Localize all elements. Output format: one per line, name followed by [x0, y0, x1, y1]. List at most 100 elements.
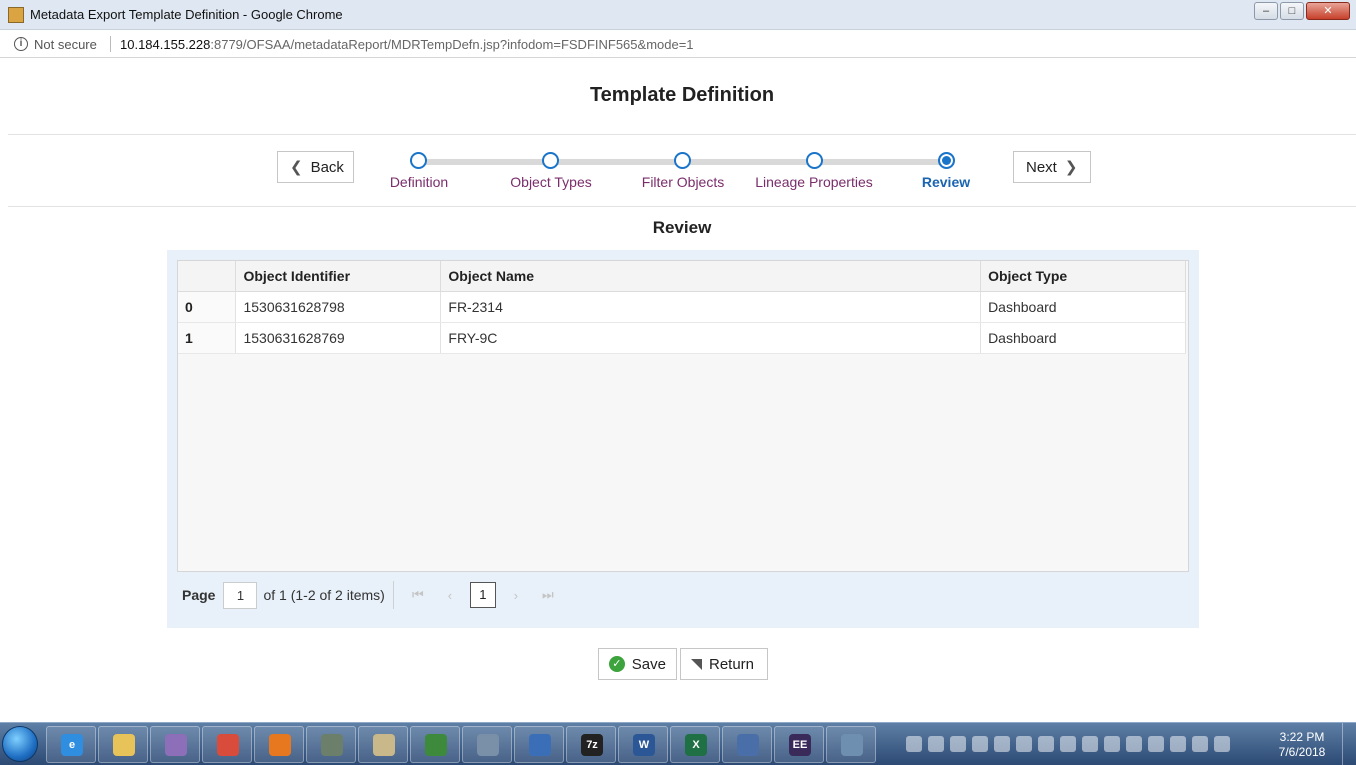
step-label-filter-objects[interactable]: Filter Objects [642, 174, 724, 190]
next-label: Next [1026, 158, 1057, 176]
tray-icon[interactable] [950, 736, 966, 752]
first-page-icon[interactable]: ⏮ [405, 587, 431, 603]
step-dot-filter-objects[interactable] [674, 152, 691, 169]
start-button[interactable] [2, 726, 38, 762]
review-grid: Object Identifier Object Name Object Typ… [177, 260, 1189, 572]
taskbar-button[interactable]: X [670, 726, 720, 763]
dropbox-icon [529, 734, 551, 756]
url-text[interactable]: 10.184.155.228:8779/OFSAA/metadataReport… [120, 37, 694, 52]
cell-object-type: Dashboard [980, 291, 1186, 323]
keepass-icon [321, 734, 343, 756]
internet-explorer-icon: e [61, 734, 83, 756]
tray-icon[interactable] [1170, 736, 1186, 752]
tray-icon[interactable] [928, 736, 944, 752]
pager-divider [392, 581, 394, 609]
info-icon[interactable]: i [14, 37, 28, 51]
maximize-button[interactable]: □ [1280, 2, 1304, 20]
divider [8, 206, 1356, 207]
column-header-object-name[interactable]: Object Name [440, 261, 982, 292]
pager-total: of 1 (1-2 of 2 items) [263, 587, 385, 603]
taskbar-button[interactable] [254, 726, 304, 763]
network-tray-icon[interactable] [1192, 736, 1208, 752]
previous-page-icon[interactable]: ‹ [437, 588, 463, 603]
taskbar-button[interactable] [722, 726, 772, 763]
mcafee-tray-icon[interactable] [1016, 736, 1032, 752]
security-label[interactable]: Not secure [34, 37, 97, 52]
address-separator [110, 36, 111, 52]
minimize-button[interactable]: – [1254, 2, 1278, 20]
taskbar-button[interactable] [514, 726, 564, 763]
7zip-icon: 7z [581, 734, 603, 756]
table-row[interactable]: 1 1530631628769 FRY-9C Dashboard [178, 322, 1186, 354]
address-bar[interactable]: i Not secure 10.184.155.228:8779/OFSAA/m… [0, 30, 1356, 58]
volume-icon[interactable] [1214, 736, 1230, 752]
page-number-input[interactable]: 1 [223, 581, 258, 609]
last-page-icon[interactable]: ⏭ [535, 587, 561, 603]
next-page-icon[interactable]: › [503, 588, 529, 603]
column-header-object-type[interactable]: Object Type [980, 261, 1186, 292]
page-title: Template Definition [589, 84, 775, 106]
back-button[interactable]: ❮ Back [277, 151, 354, 183]
taskbar-button[interactable] [826, 726, 876, 763]
row-index: 1 [178, 322, 237, 354]
system-tray [906, 727, 1276, 761]
cell-object-identifier: 1530631628798 [235, 291, 442, 323]
step-label-definition[interactable]: Definition [390, 174, 448, 190]
window-controls: – □ ✕ [1254, 2, 1350, 20]
return-icon [691, 658, 702, 670]
taskbar-button[interactable] [410, 726, 460, 763]
cell-object-type: Dashboard [980, 322, 1186, 354]
step-label-object-types[interactable]: Object Types [510, 174, 591, 190]
remote-desktop-icon [841, 734, 863, 756]
taskbar-button[interactable]: e [46, 726, 96, 763]
table-row[interactable]: 0 1530631628798 FR-2314 Dashboard [178, 291, 1186, 323]
sync-tray-icon[interactable] [1082, 736, 1098, 752]
tray-icon[interactable] [994, 736, 1010, 752]
taskbar-clock[interactable]: 3:22 PM 7/6/2018 [1274, 730, 1330, 760]
step-dot-lineage-properties[interactable] [806, 152, 823, 169]
page-button-1[interactable]: 1 [469, 582, 496, 608]
taskbar-button[interactable]: 7z [566, 726, 616, 763]
taskbar-button[interactable]: W [618, 726, 668, 763]
chrome-icon [217, 734, 239, 756]
tray-icon[interactable] [1060, 736, 1076, 752]
taskbar-button[interactable] [202, 726, 252, 763]
pager-label: Page [182, 587, 216, 603]
save-button[interactable]: ✓ Save [598, 648, 677, 680]
url-host: 10.184.155.228 [120, 37, 211, 52]
taskbar-button[interactable] [358, 726, 408, 763]
taskbar: e 7z W X EE 3:22 PM 7/6/2018 [0, 722, 1356, 765]
return-button[interactable]: Return [680, 648, 768, 680]
taskbar-apps: e 7z W X EE [46, 726, 876, 763]
cell-object-identifier: 1530631628769 [235, 322, 442, 354]
next-button[interactable]: Next ❯ [1013, 151, 1091, 183]
taskbar-button[interactable] [306, 726, 356, 763]
java-ee-ide-icon: EE [789, 734, 811, 756]
taskbar-button[interactable]: EE [774, 726, 824, 763]
bluetooth-icon[interactable] [1126, 736, 1142, 752]
flag-icon[interactable] [1148, 736, 1164, 752]
close-button[interactable]: ✕ [1306, 2, 1350, 20]
show-desktop-button[interactable] [1342, 723, 1356, 765]
firefox-icon [269, 734, 291, 756]
step-dot-review[interactable] [938, 152, 955, 169]
taskbar-button[interactable] [462, 726, 512, 763]
cell-object-name: FRY-9C [440, 322, 982, 354]
step-dot-definition[interactable] [410, 152, 427, 169]
clock-date: 7/6/2018 [1278, 745, 1326, 759]
tray-icon[interactable] [1038, 736, 1054, 752]
step-label-review[interactable]: Review [922, 174, 970, 190]
tray-icon[interactable] [906, 736, 922, 752]
column-header-index [178, 261, 237, 292]
outlook-tray-icon[interactable] [972, 736, 988, 752]
cell-object-name: FR-2314 [440, 291, 982, 323]
pidgin-icon [165, 734, 187, 756]
step-label-lineage-properties[interactable]: Lineage Properties [755, 174, 873, 190]
table-header-row: Object Identifier Object Name Object Typ… [178, 261, 1186, 292]
taskbar-button[interactable] [98, 726, 148, 763]
tray-icon[interactable] [1104, 736, 1120, 752]
db-tool-icon [425, 734, 447, 756]
taskbar-button[interactable] [150, 726, 200, 763]
column-header-object-identifier[interactable]: Object Identifier [235, 261, 442, 292]
step-dot-object-types[interactable] [542, 152, 559, 169]
